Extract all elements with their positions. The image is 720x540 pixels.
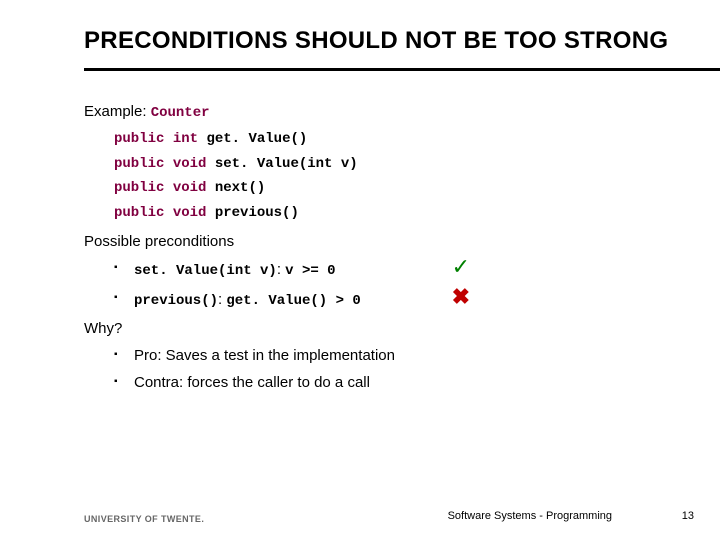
- cross-icon: ✖: [452, 288, 470, 306]
- example-line: Example: Counter: [84, 101, 720, 124]
- signature-line: public int get. Value(): [114, 130, 720, 150]
- signature-line: public void set. Value(int v): [114, 155, 720, 175]
- preconditions-list: set. Value(int v): v >= 0 ✓ previous(): …: [114, 258, 720, 311]
- sig-keyword: public: [114, 131, 164, 147]
- title-rule: [84, 68, 720, 71]
- why-heading: Why?: [84, 318, 720, 339]
- sig-keyword: public: [114, 156, 164, 172]
- precondition-row: set. Value(int v): v >= 0 ✓: [134, 258, 720, 282]
- example-label: Example:: [84, 103, 147, 120]
- precondition-item: set. Value(int v): v >= 0 ✓: [114, 258, 720, 282]
- sig-name: previous(): [215, 205, 299, 221]
- preconditions-heading: Possible preconditions: [84, 231, 720, 252]
- signature-line: public void next(): [114, 179, 720, 199]
- slide-body: Example: Counter public int get. Value()…: [84, 101, 720, 392]
- precond-sep: :: [277, 261, 285, 278]
- sig-keyword: public: [114, 180, 164, 196]
- precond-cond: get. Value() > 0: [226, 293, 360, 309]
- precond-method: previous(): [134, 293, 218, 309]
- footer-course: Software Systems - Programming: [448, 510, 612, 522]
- slide: PRECONDITIONS SHOULD NOT BE TOO STRONG E…: [0, 0, 720, 540]
- page-number: 13: [682, 510, 694, 522]
- signature-line: public void previous(): [114, 204, 720, 224]
- sig-name: get. Value(): [206, 131, 307, 147]
- check-icon: ✓: [452, 258, 470, 276]
- sig-type: void: [173, 156, 207, 172]
- sig-type: void: [173, 180, 207, 196]
- sig-name: set. Value(int v): [215, 156, 358, 172]
- why-point: Pro: Saves a test in the implementation: [114, 345, 720, 366]
- precond-cond: v >= 0: [285, 263, 335, 279]
- sig-type: int: [173, 131, 198, 147]
- slide-title: PRECONDITIONS SHOULD NOT BE TOO STRONG: [84, 28, 680, 54]
- example-class: Counter: [151, 105, 210, 121]
- sig-keyword: public: [114, 205, 164, 221]
- precondition-row: previous(): get. Value() > 0 ✖: [134, 288, 720, 312]
- why-list: Pro: Saves a test in the implementation …: [114, 345, 720, 393]
- precondition-item: previous(): get. Value() > 0 ✖: [114, 288, 720, 312]
- precond-method: set. Value(int v): [134, 263, 277, 279]
- sig-type: void: [173, 205, 207, 221]
- sig-name: next(): [215, 180, 265, 196]
- footer-university: UNIVERSITY OF TWENTE.: [84, 514, 204, 524]
- why-point: Contra: forces the caller to do a call: [114, 372, 720, 393]
